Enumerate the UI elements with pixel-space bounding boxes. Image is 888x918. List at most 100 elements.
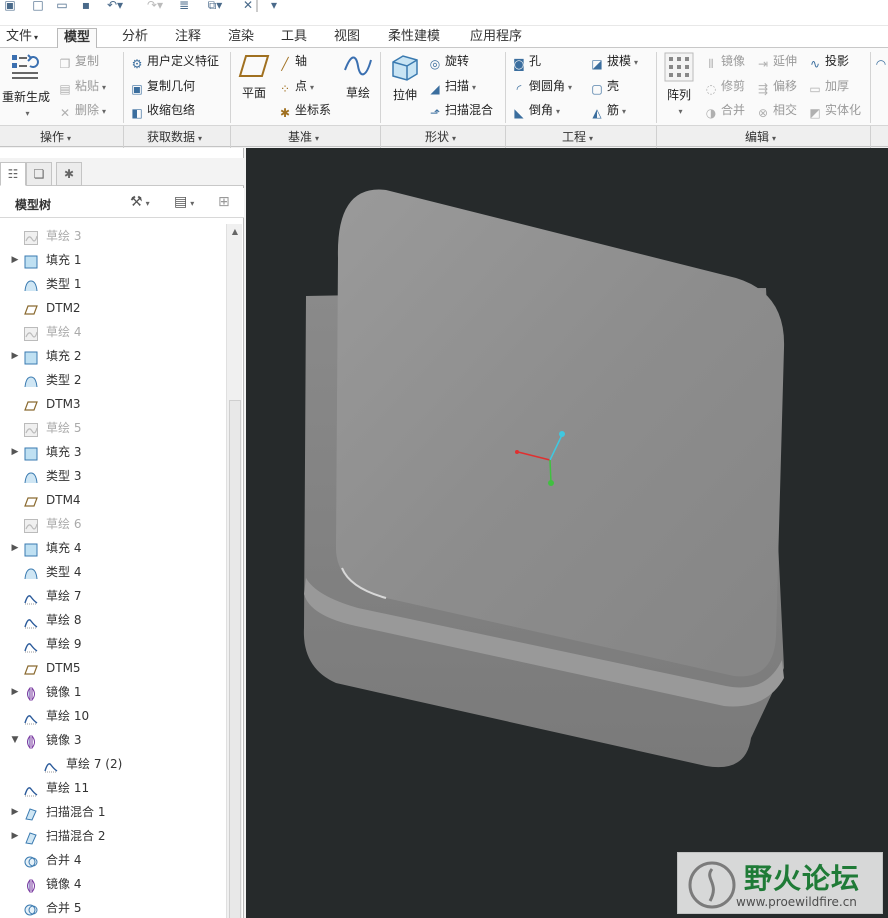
tree-item[interactable]: ▼ 镜像 3 [0, 728, 226, 752]
collapse-icon[interactable]: ▼ [10, 728, 20, 752]
favorites-tab-icon[interactable]: ✱ [56, 162, 82, 186]
extrude-button[interactable]: 拉伸 [386, 52, 424, 103]
tree-item[interactable]: 镜像 4 [0, 872, 226, 896]
expand-icon[interactable]: ▶ [10, 536, 20, 560]
tree-item[interactable]: 草绘 3 [0, 224, 226, 248]
undo-icon[interactable]: ↶▾ [100, 0, 130, 12]
scrollbar-thumb[interactable] [229, 400, 241, 918]
tree-item[interactable]: 草绘 4 [0, 320, 226, 344]
regenerate-quick-icon[interactable]: ≣ [176, 0, 192, 12]
group-label-get-data[interactable]: 获取数据 ▾ [147, 128, 202, 148]
tree-item[interactable]: ▶ 扫描混合 2 [0, 824, 226, 848]
expand-icon[interactable]: ▶ [10, 248, 20, 272]
customize-qat-icon[interactable]: ▾ [266, 0, 282, 12]
open-folder-icon[interactable]: ▭ [54, 0, 70, 12]
close-window-icon[interactable]: ✕ [240, 0, 256, 12]
draft-button[interactable]: ◪ 拔模 ▾ [590, 52, 638, 71]
tab-flexible-modeling[interactable]: 柔性建模 [382, 28, 446, 48]
expand-icon[interactable]: ▶ [10, 824, 20, 848]
show-options-icon[interactable]: ▤ ▾ [174, 194, 194, 210]
tree-item[interactable]: DTM4 [0, 488, 226, 512]
user-defined-feature-button[interactable]: ⚙ 用户定义特征 [130, 52, 219, 71]
delete-button[interactable]: ✕ 删除 ▾ [58, 101, 106, 120]
tree-item[interactable]: 类型 4 [0, 560, 226, 584]
windows-icon[interactable]: ⧉▾ [200, 0, 230, 12]
folder-browser-tab-icon[interactable]: ❏ [26, 162, 52, 186]
group-label-engineering[interactable]: 工程 ▾ [562, 128, 593, 148]
tree-item[interactable]: 类型 3 [0, 464, 226, 488]
paste-button[interactable]: ▤ 粘贴 ▾ [58, 77, 106, 96]
rib-button[interactable]: ◭ 筋 ▾ [590, 101, 626, 120]
tree-item[interactable]: 草绘 6 [0, 512, 226, 536]
model-tree-tab-icon[interactable]: ☷ [0, 162, 26, 186]
tree-item[interactable]: ▶ 填充 1 [0, 248, 226, 272]
sketch-button[interactable]: 草绘 [340, 52, 376, 101]
tab-model[interactable]: 模型 [57, 28, 98, 49]
sweep-button[interactable]: ◢ 扫描 ▾ [428, 77, 476, 96]
tree-item[interactable]: DTM5 [0, 656, 226, 680]
surfaces-overflow-icon[interactable]: ◠ [874, 52, 888, 70]
window-icon[interactable]: ▣ [2, 0, 18, 12]
revolve-button[interactable]: ◎ 旋转 [428, 52, 469, 71]
expand-icon[interactable]: ▶ [10, 800, 20, 824]
regenerate-button[interactable]: 重新生成 ▾ [2, 52, 50, 119]
tree-scrollbar[interactable]: ▲ [226, 224, 242, 918]
copy-geometry-button[interactable]: ▣ 复制几何 [130, 77, 195, 96]
offset-button[interactable]: ⇶ 偏移 [756, 77, 797, 96]
scroll-up-icon[interactable]: ▲ [227, 224, 243, 240]
tree-item[interactable]: 草绘 7 (2) [0, 752, 226, 776]
settings-tools-icon[interactable]: ⚒ ▾ [130, 194, 150, 210]
shrinkwrap-button[interactable]: ◧ 收缩包络 [130, 101, 195, 120]
expand-icon[interactable]: ▶ [10, 680, 20, 704]
tab-applications[interactable]: 应用程序 [464, 28, 528, 48]
tree-item[interactable]: 合并 4 [0, 848, 226, 872]
tree-item[interactable]: DTM3 [0, 392, 226, 416]
copy-button[interactable]: ❐ 复制 [58, 52, 99, 71]
tree-item[interactable]: 草绘 10 [0, 704, 226, 728]
coordinate-system-button[interactable]: ✱ 坐标系 [278, 101, 331, 120]
group-label-operations[interactable]: 操作 ▾ [40, 128, 71, 148]
round-button[interactable]: ◜ 倒圆角 ▾ [512, 77, 572, 96]
save-icon[interactable]: ▪ [78, 0, 94, 12]
tree-item[interactable]: ▶ 填充 3 [0, 440, 226, 464]
new-file-icon[interactable]: □ [30, 0, 46, 12]
expand-icon[interactable]: ▶ [10, 440, 20, 464]
graphics-viewport[interactable] [246, 148, 888, 918]
tree-item[interactable]: 草绘 8 [0, 608, 226, 632]
extend-button[interactable]: ⇥ 延伸 [756, 52, 797, 71]
redo-icon[interactable]: ↷▾ [140, 0, 170, 12]
tab-annotate[interactable]: 注释 [169, 28, 207, 48]
tab-render[interactable]: 渲染 [222, 28, 260, 48]
tree-item[interactable]: 草绘 7 [0, 584, 226, 608]
axis-button[interactable]: ╱ 轴 [278, 52, 307, 71]
merge-button[interactable]: ◑ 合并 [704, 101, 745, 120]
solidify-button[interactable]: ◩ 实体化 [808, 101, 861, 120]
shell-button[interactable]: ▢ 壳 [590, 77, 619, 96]
group-label-shapes[interactable]: 形状 ▾ [425, 128, 456, 148]
tab-tools[interactable]: 工具 [275, 28, 313, 48]
expand-icon[interactable]: ▶ [10, 344, 20, 368]
tab-view[interactable]: 视图 [328, 28, 366, 48]
hole-button[interactable]: ◙ 孔 [512, 52, 541, 71]
tree-item[interactable]: 合并 5 [0, 896, 226, 918]
tree-item[interactable]: 草绘 11 [0, 776, 226, 800]
swept-blend-button[interactable]: ⬏ 扫描混合 [428, 101, 493, 120]
chamfer-button[interactable]: ◣ 倒角 ▾ [512, 101, 560, 120]
filter-icon[interactable]: ⊞ [218, 194, 230, 210]
plane-button[interactable]: 平面 [236, 52, 272, 101]
pattern-button[interactable]: 阵列 ▾ [660, 52, 698, 117]
tree-item[interactable]: 类型 2 [0, 368, 226, 392]
tab-analysis[interactable]: 分析 [116, 28, 154, 48]
tree-item[interactable]: ▶ 扫描混合 1 [0, 800, 226, 824]
intersect-button[interactable]: ⊗ 相交 [756, 101, 797, 120]
project-button[interactable]: ∿ 投影 [808, 52, 849, 71]
tree-item[interactable]: 类型 1 [0, 272, 226, 296]
mirror-button[interactable]: ⫴ 镜像 [704, 52, 745, 71]
tree-item[interactable]: DTM2 [0, 296, 226, 320]
group-label-datum[interactable]: 基准 ▾ [288, 128, 319, 148]
tab-file[interactable]: 文件 ▾ [0, 28, 44, 48]
point-button[interactable]: ⁘ 点 ▾ [278, 77, 314, 96]
tree-item[interactable]: ▶ 填充 4 [0, 536, 226, 560]
group-label-editing[interactable]: 编辑 ▾ [745, 128, 776, 148]
tree-item[interactable]: 草绘 9 [0, 632, 226, 656]
